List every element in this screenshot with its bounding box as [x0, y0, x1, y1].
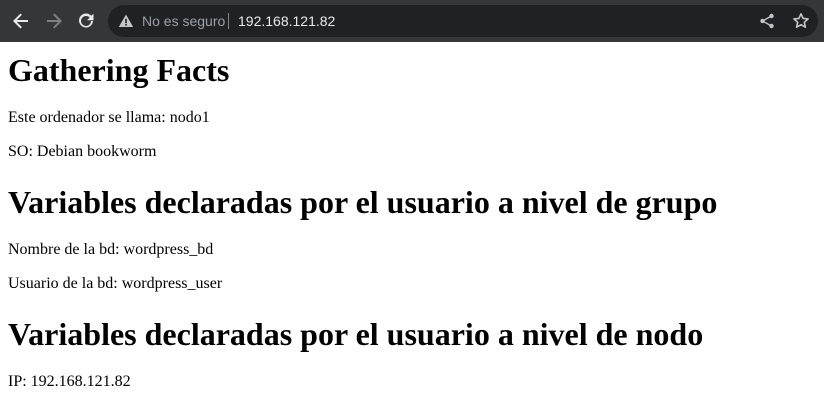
- page-title: Gathering Facts: [8, 52, 230, 88]
- address-bar[interactable]: No es seguro 192.168.121.82: [108, 5, 818, 37]
- share-icon[interactable]: [759, 13, 775, 29]
- web-page-content: Gathering Facts Este ordenador se llama:…: [0, 42, 824, 410]
- db-user-text: Usuario de la bd: wordpress_user: [8, 275, 223, 292]
- arrow-left-icon: [13, 13, 28, 29]
- warning-triangle-icon[interactable]: [118, 13, 134, 29]
- node-variables-heading: Variables declaradas por el usuario a ni…: [8, 316, 704, 352]
- os-text: SO: Debian bookworm: [8, 143, 157, 160]
- hostname-text: Este ordenador se llama: nodo1: [8, 109, 210, 126]
- url-text[interactable]: 192.168.121.82: [238, 5, 335, 37]
- reload-button[interactable]: [74, 9, 98, 33]
- arrow-right-icon: [47, 13, 62, 29]
- ip-text: IP: 192.168.121.82: [8, 373, 131, 390]
- forward-button[interactable]: [42, 9, 66, 33]
- security-status-label[interactable]: No es seguro: [142, 5, 225, 37]
- browser-toolbar: No es seguro 192.168.121.82: [0, 0, 824, 42]
- db-name-text: Nombre de la bd: wordpress_bd: [8, 241, 214, 258]
- star-icon[interactable]: [792, 12, 810, 30]
- back-button[interactable]: [9, 9, 33, 33]
- reload-icon: [79, 13, 94, 28]
- address-separator: [228, 13, 229, 29]
- group-variables-heading: Variables declaradas por el usuario a ni…: [8, 184, 718, 220]
